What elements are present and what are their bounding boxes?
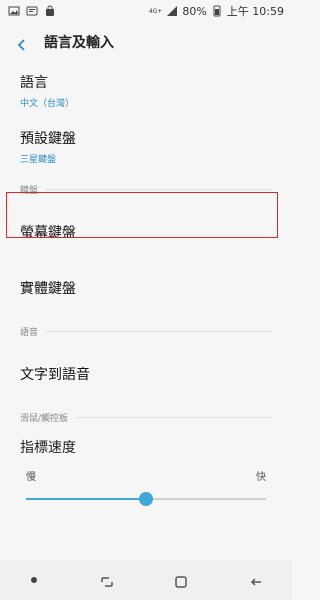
battery-icon (211, 5, 223, 17)
section-divider (46, 188, 272, 190)
section-divider (76, 416, 272, 418)
physical-keyboard-label: 實體鍵盤 (20, 281, 76, 297)
page-title: 語言及輸入 (44, 35, 114, 51)
slider-fill (26, 498, 146, 500)
pointer-speed-setting: 指標速度 慢 快 (0, 432, 292, 513)
gallery-icon (8, 5, 20, 17)
selection-highlight-box (6, 192, 278, 238)
section-mouse-touchpad: 滑鼠/觸控板 (0, 402, 292, 432)
settings-item-physical-keyboard[interactable]: 實體鍵盤 (0, 260, 292, 316)
notification-icon (26, 5, 38, 17)
default-keyboard-value: 三星鍵盤 (20, 154, 57, 165)
language-value: 中文（台灣） (20, 98, 75, 109)
settings-item-default-keyboard[interactable]: 預設鍵盤 三星鍵盤 (0, 118, 292, 174)
section-speech-title: 語音 (20, 327, 39, 338)
fast-label: 快 (256, 472, 266, 483)
pointer-speed-slider[interactable] (26, 485, 266, 513)
home-icon[interactable] (174, 574, 187, 588)
signal-icon (166, 5, 178, 17)
section-speech: 語音 (0, 316, 292, 346)
language-label: 語言 (20, 74, 48, 91)
speed-range-labels: 慢 快 (20, 468, 272, 483)
back-arrow-icon (16, 36, 28, 51)
slider-thumb[interactable] (139, 492, 153, 506)
status-right: 4G+ 80% 上午 10:59 (149, 3, 292, 19)
back-nav-icon[interactable] (249, 574, 261, 586)
status-left (0, 5, 56, 17)
clock: 上午 10:59 (226, 5, 284, 18)
settings-item-language[interactable]: 語言 中文（台灣） (0, 62, 292, 118)
shopping-bag-icon (44, 5, 56, 17)
nav-indicator-dot (31, 577, 38, 583)
app-header: 語言及輸入 (0, 22, 292, 62)
recent-apps-icon[interactable] (100, 574, 113, 587)
settings-list: 語言 中文（台灣） 預設鍵盤 三星鍵盤 鍵盤 螢幕鍵盤 實體鍵盤 語音 文字到語… (0, 62, 292, 513)
network-badge: 4G+ (148, 7, 163, 15)
pointer-speed-label: 指標速度 (20, 440, 76, 456)
back-button[interactable] (6, 22, 38, 62)
slow-label: 慢 (26, 472, 36, 483)
default-keyboard-label: 預設鍵盤 (20, 130, 76, 147)
settings-item-tts[interactable]: 文字到語音 (0, 346, 292, 402)
section-mouse-touchpad-title: 滑鼠/觸控板 (20, 413, 69, 424)
section-divider (46, 330, 272, 332)
navigation-bar (0, 560, 292, 600)
tts-label: 文字到語音 (20, 367, 90, 383)
status-bar: 4G+ 80% 上午 10:59 (0, 0, 292, 22)
battery-percent: 80% (182, 4, 207, 18)
